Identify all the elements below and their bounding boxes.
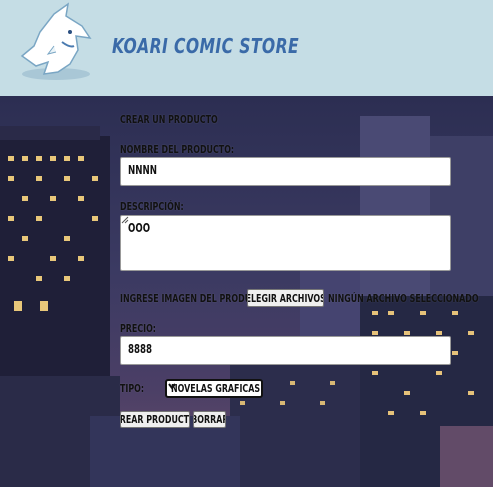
site-header: KOARI COMIC STORE [0, 0, 493, 96]
name-label: NOMBRE DEL PRODUCTO: [120, 143, 235, 156]
description-label: DESCRIPCIÓN: [120, 200, 184, 213]
chevron-down-icon [168, 383, 176, 390]
description-textarea[interactable]: OOO [120, 215, 451, 271]
file-status-text: NINGÚN ARCHIVO SELECCIONADO [328, 292, 479, 305]
shark-logo-icon [20, 2, 92, 80]
create-product-button[interactable]: CREAR PRODUCTO [120, 411, 190, 428]
store-name: KOARI COMIC STORE [112, 34, 300, 58]
price-input[interactable]: 8888 [120, 336, 451, 365]
resize-grip-icon[interactable] [121, 216, 129, 224]
category-label: TIPO: [120, 382, 145, 395]
price-label: PRECIO: [120, 322, 156, 335]
name-input[interactable]: NNNN [120, 157, 451, 186]
reset-button[interactable]: BORRAR [193, 411, 226, 428]
create-product-form: CREAR UN PRODUCTO NOMBRE DEL PRODUCTO: N… [0, 96, 493, 487]
choose-files-button[interactable]: ELEGIR ARCHIVOS [247, 289, 324, 307]
category-select[interactable]: NOVELAS GRAFICAS [165, 379, 263, 398]
city-background: CREAR UN PRODUCTO NOMBRE DEL PRODUCTO: N… [0, 96, 493, 487]
form-heading: CREAR UN PRODUCTO [120, 113, 218, 126]
